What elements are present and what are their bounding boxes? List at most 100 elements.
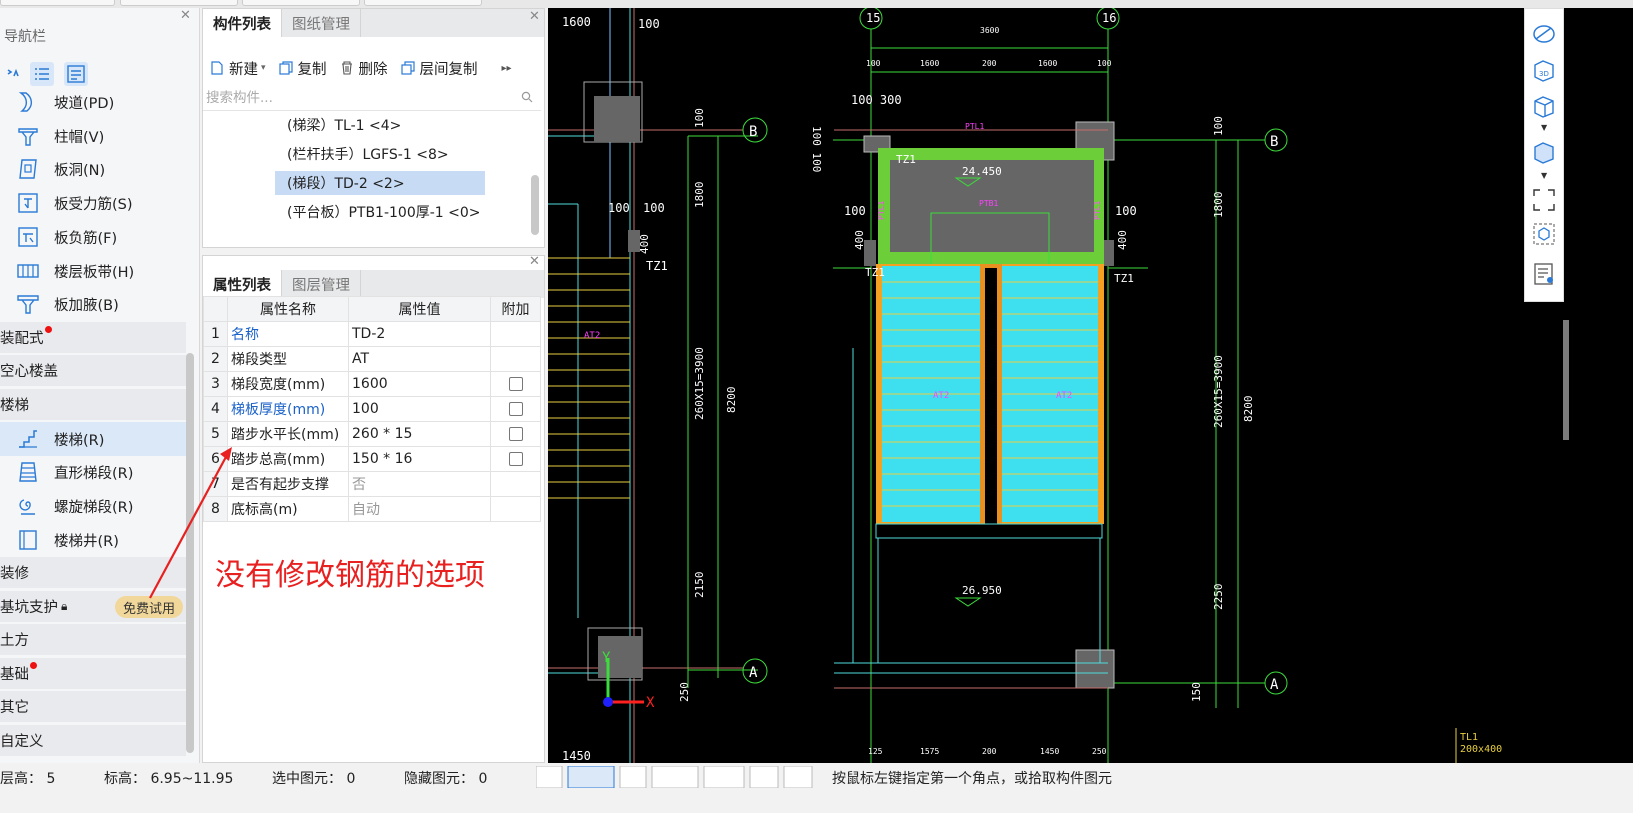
table-row[interactable]: 3 梯段宽度(mm) 1600 xyxy=(203,371,541,397)
nav-item-stair[interactable]: 楼梯(R) xyxy=(0,422,186,456)
top-tab-strip xyxy=(0,0,1633,8)
slab-strip-icon xyxy=(17,264,39,278)
command-hint: 按鼠标左键指定第一个角点，或拾取构件图元 xyxy=(832,771,1112,787)
table-row[interactable]: 8 底标高(m) 自动 xyxy=(203,496,541,522)
svg-text:PTL1: PTL1 xyxy=(1093,201,1102,220)
table-row[interactable]: 5 踏步水平长(mm) 260 * 15 xyxy=(203,421,541,447)
nav-category-hollow-floor[interactable]: 空心楼盖 xyxy=(0,355,186,387)
svg-text:100: 100 xyxy=(693,108,706,128)
snap-box-icon[interactable] xyxy=(567,766,615,788)
property-value[interactable]: TD-2 xyxy=(348,321,491,347)
free-trial-badge[interactable]: 免费试用 xyxy=(115,596,183,618)
property-value[interactable]: 1600 xyxy=(348,371,491,397)
detail-list-icon[interactable] xyxy=(64,62,88,86)
nav-item-slab-hole[interactable]: 板洞(N) xyxy=(0,152,186,186)
extra-checkbox[interactable] xyxy=(508,452,523,466)
table-row[interactable]: 7 是否有起步支撑 否 xyxy=(203,471,541,497)
property-name: 踏步水平长(mm) xyxy=(227,421,349,447)
orthogonal-icon[interactable] xyxy=(536,766,563,788)
delete-button[interactable]: 删除 xyxy=(339,58,388,79)
property-value[interactable]: 自动 xyxy=(348,496,491,522)
property-name: 梯段宽度(mm) xyxy=(227,371,349,397)
chevron-down-icon[interactable]: ▼ xyxy=(1541,171,1547,180)
nav-item-negative-rebar[interactable]: 板负筋(F) xyxy=(0,220,186,254)
angle-snap-icon[interactable] xyxy=(651,766,699,788)
property-value[interactable]: AT xyxy=(348,346,491,372)
close-icon[interactable]: ✕ xyxy=(180,8,191,23)
extra-checkbox[interactable] xyxy=(508,402,523,416)
component-search-input[interactable]: 搜索构件... xyxy=(203,87,541,111)
table-row[interactable]: 2 梯段类型 AT xyxy=(203,346,541,372)
copy-button[interactable]: 复制 xyxy=(278,58,327,79)
nav-item-slab-rebar[interactable]: 板受力筋(S) xyxy=(0,186,186,220)
elevation-status: 标高： 6.95~11.95 xyxy=(104,771,234,787)
table-row[interactable]: 6 踏步总高(mm) 150 * 16 xyxy=(203,446,541,472)
new-button[interactable]: 新建 ▾ xyxy=(209,58,266,79)
nav-item-ramp[interactable]: 坡道(PD) xyxy=(0,85,186,119)
list-item-selected[interactable]: (梯段）TD-2 <2> xyxy=(275,171,485,195)
nav-category-foundation[interactable]: 基础 xyxy=(0,658,186,690)
nav-category-earthwork[interactable]: 土方 xyxy=(0,624,186,656)
intersect-icon[interactable] xyxy=(619,766,647,788)
nav-item-slab-strip[interactable]: 楼层板带(H) xyxy=(0,254,186,288)
tab-layer-management[interactable]: 图层管理 xyxy=(282,270,361,298)
svg-text:100 100: 100 100 xyxy=(810,126,823,172)
nav-scrollbar[interactable] xyxy=(186,353,194,753)
svg-text:100: 100 xyxy=(866,59,881,68)
list-item[interactable]: (平台板）PTB1-100厚-1 <0> xyxy=(275,200,493,224)
canvas-scrollbar[interactable] xyxy=(1563,320,1569,440)
nav-item-spiral-flight[interactable]: 螺旋梯段(R) xyxy=(0,489,186,523)
list-item[interactable]: (栏杆扶手）LGFS-1 <8> xyxy=(275,142,461,166)
table-row[interactable]: 4 梯板厚度(mm) 100 xyxy=(203,396,541,422)
close-icon[interactable]: ✕ xyxy=(529,9,540,24)
nav-category-prefab[interactable]: 装配式 xyxy=(0,322,186,354)
list-icon[interactable] xyxy=(30,62,54,86)
3d-view-icon[interactable]: 3D xyxy=(1531,57,1557,83)
property-value[interactable]: 否 xyxy=(348,471,491,497)
extra-checkbox[interactable] xyxy=(508,377,523,391)
axis-label: 15 xyxy=(866,11,880,25)
nav-category-stairs[interactable]: 楼梯 xyxy=(0,389,186,421)
layer-icon[interactable] xyxy=(749,766,779,788)
floor-copy-button[interactable]: 层间复制 xyxy=(400,58,478,79)
tab-property-list[interactable]: 属性列表 xyxy=(203,270,282,298)
tab-component-list[interactable]: 构件列表 xyxy=(203,9,282,37)
property-tabs: 属性列表 图层管理 xyxy=(203,270,544,298)
properties-view-icon[interactable] xyxy=(1531,261,1557,287)
close-icon[interactable]: ✕ xyxy=(529,254,540,269)
nav-item-straight-flight[interactable]: 直形梯段(R) xyxy=(0,455,186,489)
property-value[interactable]: 100 xyxy=(348,396,491,422)
nav-item-column-cap[interactable]: 柱帽(V) xyxy=(0,119,186,153)
selection-box-icon[interactable] xyxy=(1531,221,1557,247)
fullscreen-icon[interactable] xyxy=(1531,187,1557,213)
svg-text:100 300: 100 300 xyxy=(851,93,902,107)
search-icon[interactable] xyxy=(521,91,533,103)
chevron-down-icon[interactable]: ▼ xyxy=(1541,123,1547,132)
orbit-icon[interactable] xyxy=(1531,21,1557,47)
extra-checkbox[interactable] xyxy=(508,427,523,441)
component-scrollbar[interactable] xyxy=(531,175,539,235)
solid-cube-icon[interactable] xyxy=(1531,139,1557,165)
table-row[interactable]: 1 名称 TD-2 xyxy=(203,321,541,347)
property-value[interactable]: 150 * 16 xyxy=(348,446,491,472)
column-cap-icon xyxy=(18,128,38,146)
more-icon[interactable]: ▸▸ xyxy=(502,63,512,74)
curve-icon[interactable] xyxy=(783,766,813,788)
offset-snap-icon[interactable] xyxy=(703,766,745,788)
sparkle-icon[interactable] xyxy=(2,62,26,86)
property-value[interactable]: 260 * 15 xyxy=(348,421,491,447)
view-toolbar: 3D ▼ ▼ xyxy=(1524,8,1564,302)
nav-category-other[interactable]: 其它 xyxy=(0,691,186,723)
component-tabs: 构件列表 图纸管理 xyxy=(203,9,544,37)
annotation-text: 没有修改钢筋的选项 xyxy=(215,558,485,593)
cad-drawing-canvas[interactable]: AT2 1600 100 100 100 TZ1 1450 100 1800 2… xyxy=(548,8,1633,763)
nav-item-stairwell[interactable]: 楼梯井(R) xyxy=(0,523,186,557)
list-item[interactable]: (梯梁）TL-1 <4> xyxy=(275,113,413,137)
nav-item-slab-haunch[interactable]: 板加腋(B) xyxy=(0,287,186,321)
nav-category-decoration[interactable]: 装修 xyxy=(0,557,186,589)
tab-drawing-management[interactable]: 图纸管理 xyxy=(282,9,361,37)
nav-category-custom[interactable]: 自定义 xyxy=(0,725,186,757)
cube-view-icon[interactable] xyxy=(1531,93,1557,119)
svg-text:100: 100 xyxy=(1115,204,1137,218)
property-name: 梯段类型 xyxy=(227,346,349,372)
